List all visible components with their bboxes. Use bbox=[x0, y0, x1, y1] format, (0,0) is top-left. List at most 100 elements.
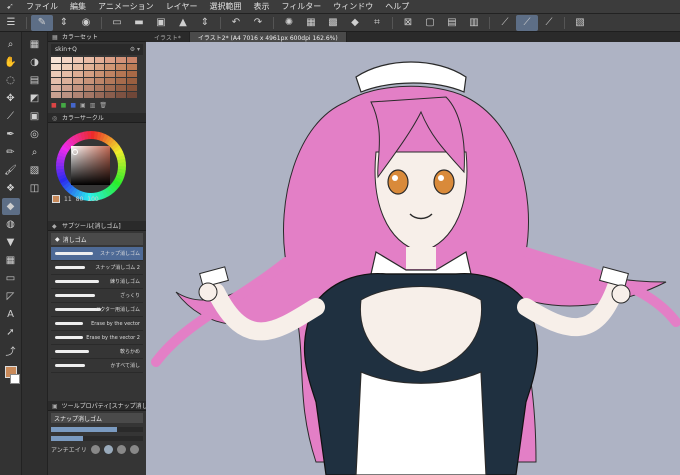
color-swatch[interactable] bbox=[72, 71, 83, 77]
menu-help[interactable]: ヘルプ bbox=[379, 1, 415, 12]
deselect-icon[interactable]: ⊠ bbox=[397, 15, 419, 31]
hand-icon[interactable]: ✋ bbox=[2, 54, 20, 71]
brush-item[interactable]: スナップ消しゴム 2 bbox=[51, 261, 143, 275]
color-swatch[interactable] bbox=[72, 57, 83, 63]
color-swatch[interactable] bbox=[61, 71, 72, 77]
opacity-slider[interactable] bbox=[51, 436, 143, 441]
green-dot-icon[interactable]: ■ bbox=[61, 102, 67, 109]
color-swatch[interactable] bbox=[72, 85, 83, 91]
color-swatch[interactable] bbox=[116, 92, 127, 98]
fill-icon[interactable]: ▩ bbox=[322, 15, 344, 31]
color-swatch[interactable] bbox=[51, 57, 61, 63]
drawing-canvas[interactable] bbox=[146, 42, 680, 475]
sublayer-icon[interactable]: ◫ bbox=[25, 180, 45, 197]
color-swatch[interactable] bbox=[51, 92, 61, 98]
search-icon[interactable]: ⌕ bbox=[25, 144, 45, 161]
menu-window[interactable]: ウィンドウ bbox=[327, 1, 379, 12]
color-swatch[interactable] bbox=[94, 78, 105, 84]
history-icon[interactable]: ▣ bbox=[25, 108, 45, 125]
intermediate-icon[interactable]: ◩ bbox=[25, 90, 45, 107]
color-swatch[interactable] bbox=[72, 92, 83, 98]
background-color-swatch[interactable] bbox=[9, 374, 20, 384]
crop-icon[interactable]: ▥ bbox=[463, 15, 485, 31]
color-swatch[interactable] bbox=[61, 92, 72, 98]
color-swatch[interactable] bbox=[127, 92, 137, 98]
subtool-group-button[interactable]: ◆ 消しゴム bbox=[51, 233, 143, 245]
color-swatch[interactable] bbox=[72, 78, 83, 84]
brush-size-slider[interactable] bbox=[51, 427, 143, 432]
color-swatch[interactable] bbox=[105, 85, 116, 91]
color-swatch[interactable] bbox=[72, 64, 83, 70]
color-swatch[interactable] bbox=[83, 78, 94, 84]
color-swatch[interactable] bbox=[105, 78, 116, 84]
color-swatch[interactable] bbox=[61, 78, 72, 84]
eraser-icon[interactable]: ◆ bbox=[1, 198, 20, 215]
color-swatch[interactable] bbox=[83, 92, 94, 98]
expand-icon[interactable]: ▤ bbox=[441, 15, 463, 31]
color-swatch[interactable] bbox=[116, 85, 127, 91]
clip-studio-icon[interactable]: ◉ bbox=[75, 15, 97, 31]
antialias-mid[interactable] bbox=[116, 445, 126, 454]
color-wheel[interactable] bbox=[48, 123, 146, 221]
color-slider-icon[interactable]: ◑ bbox=[25, 54, 45, 71]
invert-icon[interactable]: ▢ bbox=[419, 15, 441, 31]
color-swatch[interactable] bbox=[83, 85, 94, 91]
color-set-header[interactable]: ▦ カラーセット bbox=[48, 32, 146, 42]
help-icon[interactable]: ▧ bbox=[569, 15, 591, 31]
color-swatch[interactable] bbox=[127, 85, 137, 91]
snap-grid-icon[interactable]: ⟋ bbox=[538, 15, 560, 31]
brush-item[interactable]: スナップ消しゴム bbox=[51, 247, 143, 261]
redo-icon[interactable]: ↷ bbox=[247, 15, 269, 31]
color-set-menu-icon[interactable]: ⚙ ▾ bbox=[130, 46, 143, 53]
snap-ruler-icon[interactable]: ⟋ bbox=[494, 15, 516, 31]
pen-icon[interactable]: ✒ bbox=[2, 126, 20, 143]
menu-edit[interactable]: 編集 bbox=[64, 1, 92, 12]
navigator-icon[interactable]: ◎ bbox=[25, 126, 45, 143]
color-swatch[interactable] bbox=[83, 64, 94, 70]
menu-filter[interactable]: フィルター bbox=[275, 1, 327, 12]
color-swatch[interactable] bbox=[127, 71, 137, 77]
operation-icon[interactable]: ➚ bbox=[2, 324, 20, 341]
undo-icon[interactable]: ↶ bbox=[225, 15, 247, 31]
menu-view[interactable]: 表示 bbox=[247, 1, 275, 12]
layer-panel-icon[interactable]: ▤ bbox=[25, 72, 45, 89]
zoom-icon[interactable]: ⌕ bbox=[2, 36, 20, 53]
brush-item[interactable]: Erase by the vector bbox=[51, 317, 143, 331]
color-swatch[interactable] bbox=[116, 57, 127, 63]
color-circle[interactable]: 11 80 100 bbox=[48, 123, 146, 221]
color-swatch[interactable] bbox=[116, 64, 127, 70]
chevron-updown-icon-2[interactable]: ⇕ bbox=[194, 15, 216, 31]
fill-bucket-icon[interactable]: ▼ bbox=[2, 234, 20, 251]
subtool-header[interactable]: ◆ サブツール[消しゴム] bbox=[48, 221, 146, 231]
save-icon[interactable]: ▣ bbox=[150, 15, 172, 31]
color-fill-icon[interactable]: ◆ bbox=[344, 15, 366, 31]
color-swatch[interactable] bbox=[94, 64, 105, 70]
color-swatch[interactable] bbox=[105, 92, 116, 98]
color-swatch[interactable] bbox=[105, 57, 116, 63]
new-file-icon[interactable]: ▭ bbox=[106, 15, 128, 31]
menu-file[interactable]: ファイル bbox=[20, 1, 64, 12]
menu-layer[interactable]: レイヤー bbox=[160, 1, 204, 12]
antialias-none[interactable] bbox=[90, 445, 100, 454]
color-swatch[interactable] bbox=[116, 78, 127, 84]
pencil-icon[interactable]: ✏ bbox=[2, 144, 20, 161]
new-canvas-icon[interactable]: ✎ bbox=[31, 14, 53, 31]
color-swatch[interactable] bbox=[51, 71, 61, 77]
red-dot-icon[interactable]: ■ bbox=[51, 102, 57, 109]
correction-icon[interactable]: ⤴ bbox=[2, 342, 20, 359]
color-swatch[interactable] bbox=[83, 71, 94, 77]
fg-swatch-mini[interactable] bbox=[52, 195, 60, 203]
color-set-panel-icon[interactable]: ▦ bbox=[25, 36, 45, 53]
color-swatch[interactable] bbox=[127, 57, 137, 63]
delete-color-icon[interactable]: 🗑 bbox=[99, 102, 107, 109]
frame-icon[interactable]: ◸ bbox=[2, 288, 20, 305]
add-color-icon[interactable]: ▣ bbox=[80, 102, 86, 109]
color-swatch[interactable] bbox=[61, 85, 72, 91]
color-swatch[interactable] bbox=[127, 64, 137, 70]
text-icon[interactable]: A bbox=[2, 306, 20, 323]
color-set-select[interactable]: skin+Q ⚙ ▾ bbox=[51, 44, 143, 55]
snap-special-ruler-icon[interactable]: ⟋ bbox=[516, 14, 538, 31]
figure-icon[interactable]: ▭ bbox=[2, 270, 20, 287]
color-swatch[interactable] bbox=[116, 71, 127, 77]
brush-item[interactable]: Erase by the vector 2 bbox=[51, 331, 143, 345]
